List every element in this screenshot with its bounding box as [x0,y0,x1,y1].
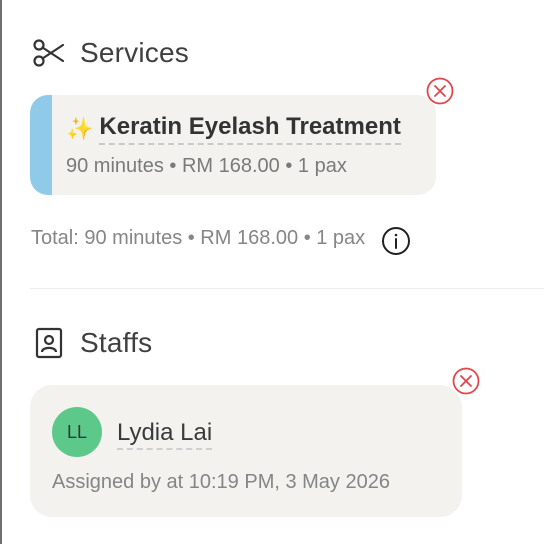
avatar: LL [52,407,102,457]
close-circle-icon [426,77,454,105]
section-divider [30,288,544,289]
service-card[interactable]: ✨ Keratin Eyelash Treatment 90 minutes •… [30,95,436,195]
services-title: Services [80,37,189,68]
panel-left-border [0,0,2,544]
service-name[interactable]: Keratin Eyelash Treatment [99,113,401,145]
info-icon [382,227,411,255]
staffs-header: Staffs [32,326,152,360]
staffs-title: Staffs [80,327,153,358]
services-total: Total: 90 minutes • RM 168.00 • 1 pax [31,226,366,249]
service-name-row: ✨ Keratin Eyelash Treatment [66,113,401,145]
remove-service-button[interactable] [426,77,454,105]
staff-assigned-info: Assigned by at 10:19 PM, 3 May 2026 [52,471,390,493]
service-color-accent [30,95,52,195]
service-meta: 90 minutes • RM 168.00 • 1 pax [66,155,347,177]
scissors-icon [32,36,66,70]
info-button[interactable] [381,226,411,256]
services-header: Services [32,36,189,70]
booking-detail-panel: Services ✨ Keratin Eyelash Treatment 90 … [0,0,544,544]
sparkles-icon: ✨ [66,116,94,141]
services-total-row: Total: 90 minutes • RM 168.00 • 1 pax [31,220,411,256]
id-badge-icon [32,326,66,360]
close-circle-icon [452,367,480,395]
staff-name[interactable]: Lydia Lai [117,419,213,450]
staff-card[interactable]: LL Lydia Lai Assigned by at 10:19 PM, 3 … [30,385,462,517]
remove-staff-button[interactable] [452,367,480,395]
